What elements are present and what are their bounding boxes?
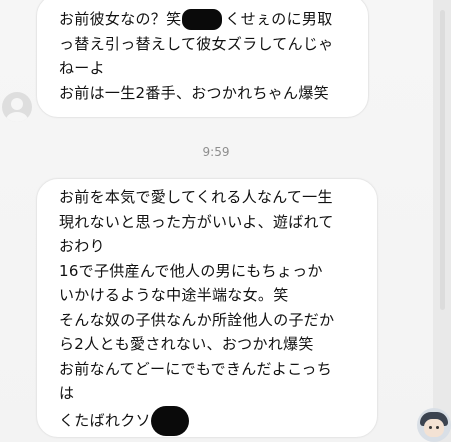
message-line: お前は一生2番手、おつかれちゃん爆笑 (59, 83, 329, 102)
message-bubble[interactable]: お前を本気で愛してくれる人なんて一生 現れないと思った方がいいよ、遊ばれて おわ… (36, 178, 378, 438)
redaction-mark (182, 9, 223, 30)
message-line: そんな奴の子供なんか所詮他人の子だか (59, 310, 335, 329)
dm-conversation-screen: お前彼女なの？笑 くせぇのに男取 っ替え引っ替えして彼女ズラしてんじゃ ねーよ お… (0, 0, 451, 442)
sender-avatar-icon[interactable] (2, 92, 32, 122)
message-timestamp: 9:59 (202, 145, 230, 159)
message-line: っ替え引っ替えして彼女ズラしてんじゃ (59, 34, 334, 53)
message-line: おわり (59, 237, 105, 255)
redaction-mark (150, 405, 189, 436)
message-line: は (59, 384, 75, 402)
message-line: ら2人とも愛されない、おつかれ爆笑 (59, 335, 314, 353)
message-line: ねーよ (59, 59, 105, 77)
viewer-avatar-icon[interactable] (417, 408, 451, 442)
message-bubble[interactable]: お前彼女なの？笑 くせぇのに男取 っ替え引っ替えして彼女ズラしてんじゃ ねーよ お… (36, 0, 369, 118)
message-line: お前なんてどーにでもできんだよこっち (59, 359, 333, 378)
message-line: お前彼女なの？笑 くせぇのに男取 (59, 9, 333, 30)
message-line: くたばれクソ (59, 405, 363, 436)
message-line: 現れないと思った方がいいよ、遊ばれて (59, 212, 334, 231)
scrollbar-thumb[interactable] (440, 10, 445, 310)
message-line: いかけるような中途半端な女。笑 (59, 286, 289, 304)
message-line: 16で子供産んで他人の男にもちょっか (59, 261, 323, 280)
message-line: お前を本気で愛してくれる人なんて一生 (59, 188, 333, 206)
